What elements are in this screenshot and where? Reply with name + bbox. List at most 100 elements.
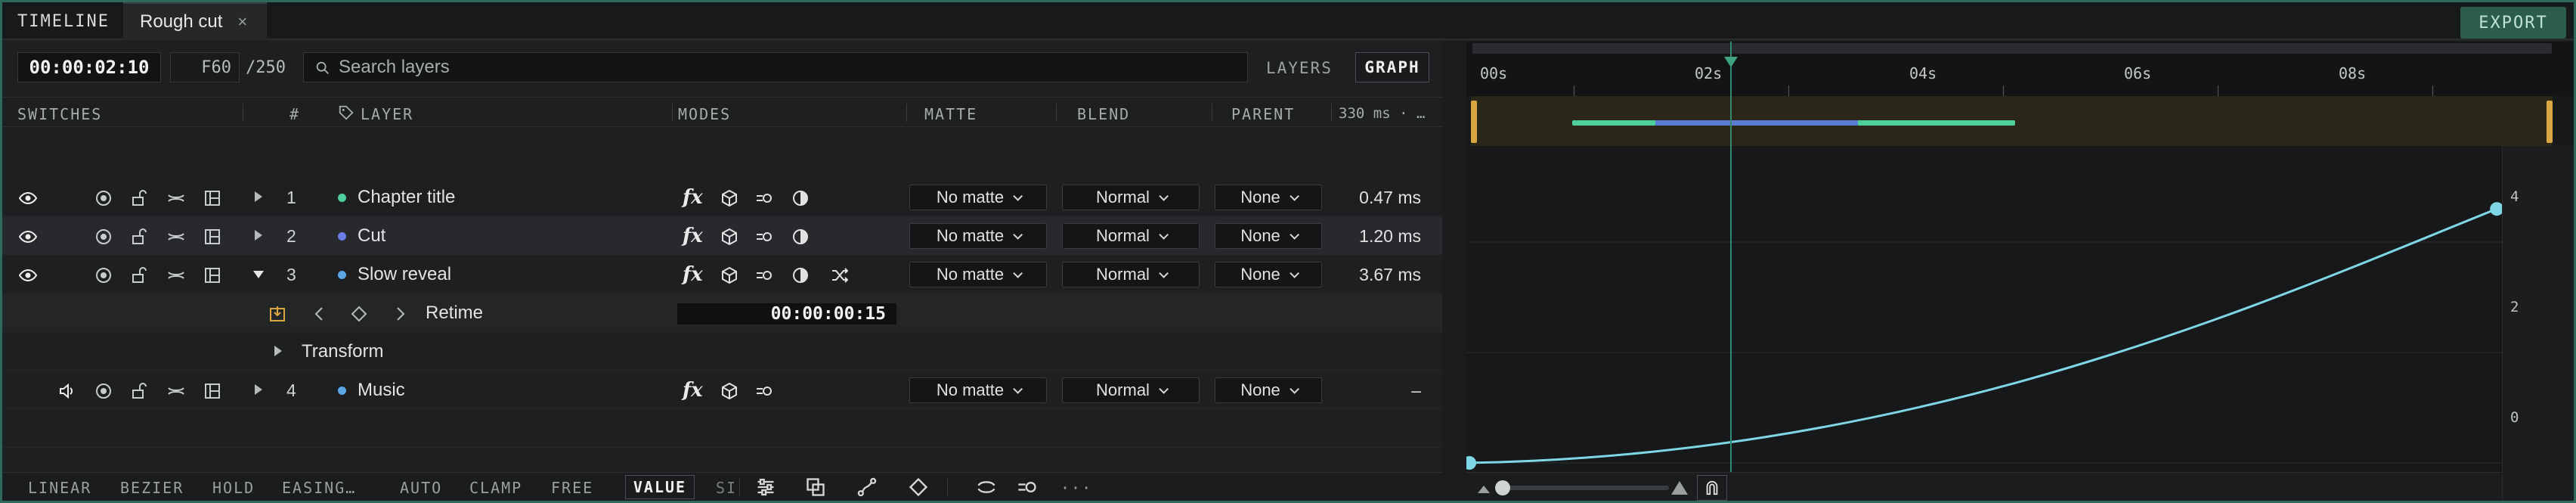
motion-blur-icon[interactable]	[755, 189, 773, 207]
ruler-scrollbar[interactable]	[1472, 43, 2552, 54]
parent-select[interactable]: None	[1215, 223, 1322, 249]
linear-button[interactable]: LINEAR	[28, 479, 91, 497]
3d-cube-icon[interactable]	[720, 228, 738, 246]
fps-field[interactable]: F60	[170, 52, 240, 82]
next-keyframe-icon[interactable]	[391, 305, 409, 323]
close-icon[interactable]: ×	[237, 12, 247, 32]
zoom-in-icon[interactable]	[1670, 479, 1689, 499]
frame-blend-icon[interactable]	[203, 266, 221, 284]
blend-select[interactable]: Normal	[1062, 262, 1200, 287]
zoom-out-icon[interactable]	[1477, 482, 1491, 498]
work-area-start-handle[interactable]	[1471, 101, 1477, 143]
free-button[interactable]: FREE	[551, 479, 593, 497]
layer-row[interactable]: 3 Slow reveal fx No matte Normal None 3.…	[2, 256, 1442, 293]
loop-icon[interactable]	[976, 477, 997, 498]
motion-blur-icon[interactable]	[1017, 477, 1038, 498]
matte-select[interactable]: No matte	[909, 223, 1047, 249]
frame-blend-icon[interactable]	[203, 228, 221, 246]
solo-icon[interactable]	[94, 266, 113, 284]
clamp-button[interactable]: CLAMP	[469, 479, 522, 497]
layer-row[interactable]: 1 Chapter title fx No matte Normal None …	[2, 179, 1442, 216]
shuffle-icon[interactable]	[831, 266, 849, 284]
speed-graph-button[interactable]: SI	[716, 479, 737, 497]
retime-value-field[interactable]: 00:00:00:15	[677, 303, 896, 324]
speaker-icon[interactable]	[58, 382, 76, 400]
frame-blend-icon[interactable]	[203, 382, 221, 400]
matte-select[interactable]: No matte	[909, 185, 1047, 210]
search-input[interactable]: Search layers	[303, 52, 1248, 82]
blend-select[interactable]: Normal	[1062, 223, 1200, 249]
fx-icon[interactable]: fx	[683, 179, 703, 216]
export-button[interactable]: EXPORT	[2460, 7, 2566, 39]
blend-select[interactable]: Normal	[1062, 185, 1200, 210]
parent-select[interactable]: None	[1215, 262, 1322, 287]
adjustment-icon[interactable]	[791, 228, 810, 246]
eye-icon[interactable]	[19, 266, 37, 284]
keyframe-toggle-icon[interactable]	[268, 305, 286, 323]
expand-toggle[interactable]	[255, 191, 262, 202]
motion-blur-icon[interactable]	[755, 382, 773, 400]
more-button[interactable]: ···	[1060, 479, 1092, 497]
layer-row[interactable]: 2 Cut fx No matte Normal None 1.20 ms	[2, 217, 1442, 255]
solo-icon[interactable]	[94, 189, 113, 207]
lock-icon[interactable]	[131, 266, 149, 284]
view-layers-button[interactable]: LAYERS	[1266, 55, 1333, 81]
frame-blend-icon[interactable]	[203, 189, 221, 207]
hold-button[interactable]: HOLD	[212, 479, 255, 497]
matte-select[interactable]: No matte	[909, 377, 1047, 403]
blend-select[interactable]: Normal	[1062, 377, 1200, 403]
path-icon[interactable]	[856, 477, 878, 498]
shy-icon[interactable]	[167, 266, 185, 284]
retime-row[interactable]: Retime 00:00:00:15	[2, 294, 1442, 332]
auto-button[interactable]: AUTO	[400, 479, 442, 497]
3d-cube-icon[interactable]	[720, 266, 738, 284]
fx-icon[interactable]: fx	[683, 371, 703, 409]
graph-editor[interactable]: 00s 02s 04s 06s 08s 4 2 0	[1466, 42, 2574, 501]
expand-toggle[interactable]	[255, 230, 262, 241]
bezier-button[interactable]: BEZIER	[120, 479, 184, 497]
adjustment-icon[interactable]	[791, 266, 810, 284]
motion-blur-icon[interactable]	[755, 228, 773, 246]
layer-range-bar-selected[interactable]	[1655, 120, 1858, 126]
eye-icon[interactable]	[19, 189, 37, 207]
work-area-end-handle[interactable]	[2547, 101, 2553, 143]
3d-cube-icon[interactable]	[720, 189, 738, 207]
layer-name[interactable]: Cut	[358, 217, 385, 255]
zoom-slider-knob[interactable]	[1495, 480, 1510, 495]
transform-box-icon[interactable]	[805, 477, 826, 498]
shy-icon[interactable]	[167, 228, 185, 246]
shy-icon[interactable]	[167, 189, 185, 207]
solo-icon[interactable]	[94, 228, 113, 246]
fx-icon[interactable]: fx	[683, 256, 703, 293]
value-curve[interactable]	[1466, 207, 2497, 464]
lock-icon[interactable]	[131, 382, 149, 400]
expand-toggle[interactable]	[255, 384, 262, 395]
expand-toggle[interactable]	[274, 346, 282, 356]
matte-select[interactable]: No matte	[909, 262, 1047, 287]
solo-icon[interactable]	[94, 382, 113, 400]
timecode-field[interactable]: 00:00:02:10	[17, 52, 161, 82]
value-graph-button[interactable]: VALUE	[625, 475, 695, 499]
layer-name[interactable]: Music	[358, 371, 405, 409]
playhead-handle[interactable]	[1724, 57, 1738, 67]
fx-icon[interactable]: fx	[683, 217, 703, 255]
time-ruler[interactable]: 00s 02s 04s 06s 08s	[1466, 42, 2574, 96]
zoom-slider[interactable]	[1497, 486, 1669, 490]
shy-icon[interactable]	[167, 382, 185, 400]
layer-name[interactable]: Slow reveal	[358, 256, 451, 293]
layer-row[interactable]: 4 Music fx No matte Normal None –	[2, 371, 1442, 409]
3d-cube-icon[interactable]	[720, 382, 738, 400]
lock-icon[interactable]	[131, 189, 149, 207]
parent-select[interactable]: None	[1215, 377, 1322, 403]
view-graph-button[interactable]: GRAPH	[1355, 52, 1429, 82]
tab-timeline[interactable]: TIMELINE	[2, 2, 123, 40]
easing-button[interactable]: EASING…	[282, 479, 356, 497]
lock-icon[interactable]	[131, 228, 149, 246]
transform-row[interactable]: Transform	[2, 333, 1442, 371]
keyframe-diamond-icon[interactable]	[908, 477, 929, 498]
collapse-toggle[interactable]	[253, 271, 264, 278]
snap-magnet-button[interactable]	[1697, 475, 1727, 501]
prev-keyframe-icon[interactable]	[311, 305, 329, 323]
sliders-icon[interactable]	[755, 477, 776, 498]
keyframe-diamond-icon[interactable]	[350, 305, 368, 323]
